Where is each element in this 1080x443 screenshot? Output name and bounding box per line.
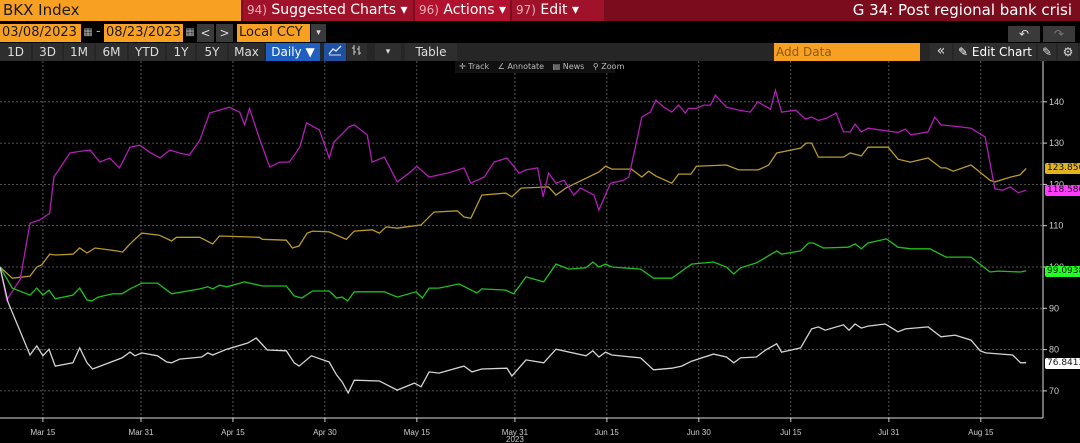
edit-chart-label: Edit Chart [971, 45, 1032, 59]
last-value-tag-green: 99.0938 [1045, 265, 1080, 277]
zoom-label: Zoom [601, 62, 625, 71]
y-tick-label: 90 [1049, 303, 1059, 313]
pencil-icon: ✎ [958, 45, 969, 59]
annotate-tool[interactable]: ∠ Annotate [498, 62, 544, 71]
edit-chart-button[interactable]: ✎ Edit Chart [954, 43, 1036, 61]
news-label: News [562, 62, 585, 71]
chart-type-dropdown[interactable]: ▾ [375, 43, 401, 61]
y-tick-label: 110 [1049, 221, 1063, 231]
start-date-field[interactable]: 03/08/2023 [0, 24, 81, 42]
x-tick-label: May 15 [404, 428, 431, 437]
prev-period-button[interactable]: < [197, 24, 214, 42]
end-date-field[interactable]: 08/23/2023 [104, 24, 183, 42]
table-button[interactable]: Table [405, 43, 457, 61]
collapse-button[interactable]: « [930, 43, 952, 61]
x-tick-label: Jul 31 [878, 428, 900, 437]
suggested-charts-label: Suggested Charts ▾ [271, 2, 408, 18]
edit-label: Edit ▾ [540, 2, 579, 18]
x-year-label: 2023 [506, 435, 524, 443]
security-input[interactable]: BKX Index [0, 0, 241, 21]
suggested-charts-button[interactable]: 94) Suggested Charts ▾ [243, 0, 413, 21]
range-button-1y[interactable]: 1Y [167, 43, 195, 61]
add-data-input[interactable]: Add Data [774, 43, 920, 61]
next-period-button[interactable]: > [216, 24, 233, 42]
actions-label: Actions ▾ [443, 2, 507, 18]
range-button-3d[interactable]: 3D [33, 43, 62, 61]
currency-select[interactable]: Local CCY [237, 24, 310, 42]
chart-tools-bar: ✛ Track ∠ Annotate ▤ News ⚲ Zoom [455, 61, 624, 73]
menu-number: 97) [516, 3, 536, 17]
series-line-gold [0, 142, 1027, 279]
range-button-5y[interactable]: 5Y [197, 43, 227, 61]
annotate-edit-icon[interactable]: ✎ [1038, 43, 1056, 61]
redo-button[interactable]: ↷ [1043, 26, 1075, 42]
y-tick-label: 70 [1049, 386, 1059, 396]
line-chart-icon[interactable] [324, 43, 346, 61]
series-line-white [0, 266, 1027, 395]
zoom-tool[interactable]: ⚲ Zoom [593, 62, 624, 71]
last-value-tag-magenta: 118.5807 [1045, 185, 1080, 197]
range-button-ytd[interactable]: YTD [129, 43, 165, 61]
range-button-1m[interactable]: 1M [64, 43, 94, 61]
actions-button[interactable]: 96) Actions ▾ [415, 0, 510, 21]
series-line-green [0, 238, 1027, 302]
news-tool[interactable]: ▤ News [553, 62, 585, 71]
chart-title: G 34: Post regional bank crisi [852, 1, 1072, 19]
y-tick-label: 140 [1049, 97, 1064, 107]
range-button-1d[interactable]: 1D [0, 43, 31, 61]
x-tick-label: Mar 15 [30, 428, 55, 437]
range-button-6m[interactable]: 6M [96, 43, 127, 61]
x-tick-label: Jul 15 [780, 428, 802, 437]
x-tick-label: Aug 15 [968, 428, 994, 437]
chart-area[interactable]: 708090100110120130140Mar 15Mar 31Apr 15A… [0, 61, 1080, 443]
y-tick-label: 80 [1049, 345, 1059, 355]
x-tick-label: Apr 15 [221, 428, 245, 437]
bar-chart-icon[interactable] [347, 43, 367, 61]
range-button-max[interactable]: Max [229, 43, 264, 61]
date-separator: - [96, 24, 101, 39]
x-tick-label: Mar 31 [129, 428, 154, 437]
y-tick-label: 130 [1049, 138, 1064, 148]
track-label: Track [468, 62, 490, 71]
x-tick-label: Jun 15 [595, 428, 620, 437]
currency-dropdown[interactable]: ▾ [311, 24, 326, 42]
annotate-label: Annotate [507, 62, 545, 71]
frequency-select[interactable]: Daily ▼ [266, 43, 320, 61]
undo-button[interactable]: ↶ [1008, 26, 1040, 42]
track-tool[interactable]: ✛ Track [459, 62, 489, 71]
settings-gear-icon[interactable]: ⚙ [1058, 43, 1078, 61]
x-tick-label: Jun 30 [687, 428, 712, 437]
calendar-icon[interactable]: ▦ [184, 26, 196, 40]
x-tick-label: Apr 30 [313, 428, 337, 437]
calendar-icon[interactable]: ▦ [82, 26, 94, 40]
menu-number: 96) [419, 3, 439, 17]
edit-button[interactable]: 97) Edit ▾ [512, 0, 604, 21]
last-value-tag-white: 76.8413 [1045, 357, 1080, 369]
last-value-tag-gold: 123.8563 [1045, 163, 1080, 175]
menu-number: 94) [247, 3, 267, 17]
